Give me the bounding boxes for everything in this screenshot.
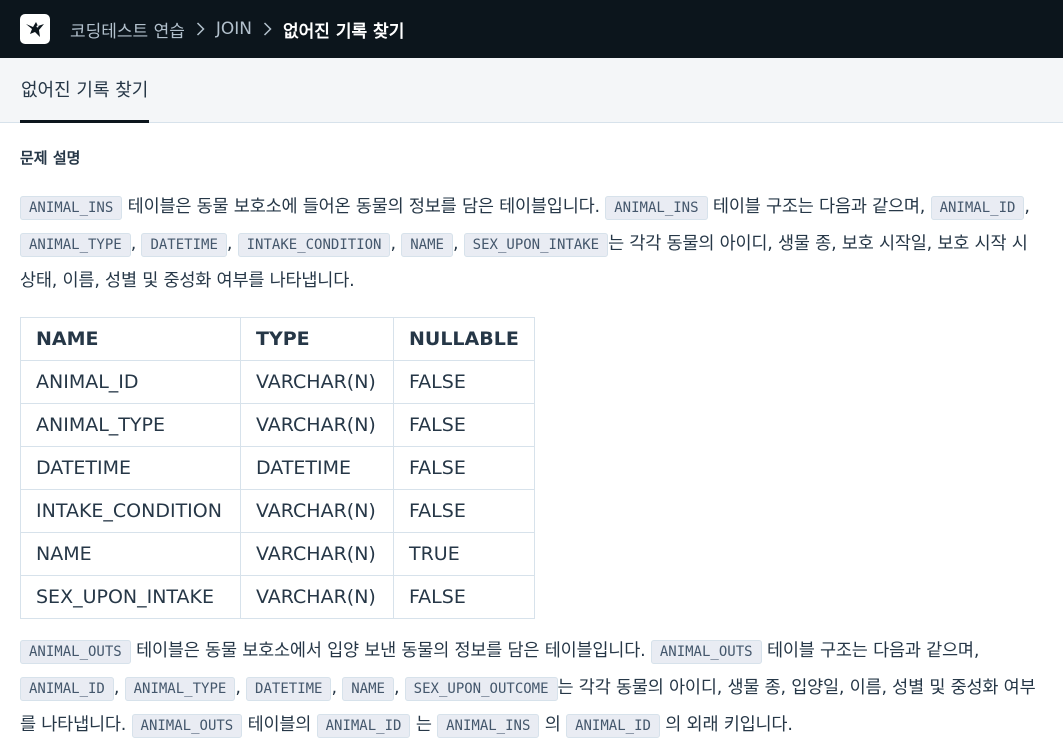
text: 테이블 구조는 다음과 같으며, xyxy=(712,197,926,217)
code-column: DATETIME xyxy=(246,677,332,701)
table-cell: FALSE xyxy=(393,403,535,447)
code-column: ANIMAL_TYPE xyxy=(124,677,236,701)
table-cell: FALSE xyxy=(393,360,535,404)
code-animal-ins: ANIMAL_INS xyxy=(605,196,708,220)
table-cell: VARCHAR(N) xyxy=(240,403,394,447)
code-animal-outs: ANIMAL_OUTS xyxy=(131,714,243,738)
text: 테이블은 동물 보호소에 들어온 동물의 정보를 담은 테이블입니다. xyxy=(127,197,600,217)
code-column: SEX_UPON_INTAKE xyxy=(463,233,609,257)
breadcrumb-current: 없어진 기록 찾기 xyxy=(283,21,405,42)
code-column: ANIMAL_TYPE xyxy=(20,233,131,257)
table-cell: FALSE xyxy=(393,446,535,490)
code-column: DATETIME xyxy=(141,233,227,257)
code-column: NAME xyxy=(342,677,394,701)
text: 테이블의 xyxy=(247,715,312,735)
table-cell: VARCHAR(N) xyxy=(240,575,394,619)
code-column: SEX_UPON_OUTCOME xyxy=(404,677,558,701)
table-row: ANIMAL_ID VARCHAR(N) FALSE xyxy=(20,360,535,404)
table-cell: FALSE xyxy=(393,575,535,619)
section-title: 문제 설명 xyxy=(20,149,81,167)
table-row: DATETIME DATETIME FALSE xyxy=(20,446,535,490)
table-cell: ANIMAL_TYPE xyxy=(20,403,241,447)
text: 테이블은 동물 보호소에서 입양 보낸 동물의 정보를 담은 테이블입니다. xyxy=(136,641,646,661)
code-column: ANIMAL_ID xyxy=(20,677,114,701)
code-animal-outs: ANIMAL_OUTS xyxy=(650,640,762,664)
table-row: ANIMAL_TYPE VARCHAR(N) FALSE xyxy=(20,403,535,447)
table-cell: VARCHAR(N) xyxy=(240,360,394,404)
breadcrumb-join[interactable]: JOIN xyxy=(216,19,252,39)
table-cell: NAME xyxy=(20,532,241,576)
table-header: NULLABLE xyxy=(393,317,535,361)
chevron-right-icon xyxy=(263,22,272,36)
paragraph-animal-outs: ANIMAL_OUTS 테이블은 동물 보호소에서 입양 보낸 동물의 정보를 … xyxy=(20,633,1043,744)
top-nav-bar: 코딩테스트 연습 JOIN 없어진 기록 찾기 xyxy=(0,0,1063,58)
table-cell: INTAKE_CONDITION xyxy=(20,489,241,533)
code-column: INTAKE_CONDITION xyxy=(237,233,391,257)
tab-bar: 없어진 기록 찾기 xyxy=(0,58,1063,123)
chevron-right-icon xyxy=(196,22,205,36)
text: 의 외래 키입니다. xyxy=(665,715,793,735)
paragraph-animal-ins: ANIMAL_INS 테이블은 동물 보호소에 들어온 동물의 정보를 담은 테… xyxy=(20,196,1030,291)
table-cell: ANIMAL_ID xyxy=(20,360,241,404)
table-cell: SEX_UPON_INTAKE xyxy=(20,575,241,619)
code-animal-id: ANIMAL_ID xyxy=(316,714,411,738)
code-column: NAME xyxy=(401,233,453,257)
table-header: NAME xyxy=(20,317,241,361)
bird-logo-icon[interactable] xyxy=(20,14,50,44)
code-animal-outs: ANIMAL_OUTS xyxy=(20,640,131,664)
schema-table: NAME TYPE NULLABLE ANIMAL_ID VARCHAR(N) … xyxy=(20,317,535,619)
text: 의 xyxy=(544,715,561,735)
problem-content: 문제 설명 ANIMAL_INS 테이블은 동물 보호소에 들어온 동물의 정보… xyxy=(0,147,1063,744)
code-animal-ins: ANIMAL_INS xyxy=(437,714,540,738)
code-animal-id: ANIMAL_ID xyxy=(566,714,660,738)
table-cell: DATETIME xyxy=(240,446,394,490)
table-cell: VARCHAR(N) xyxy=(240,532,394,576)
table-cell: FALSE xyxy=(393,489,535,533)
table-row: SEX_UPON_INTAKE VARCHAR(N) FALSE xyxy=(20,575,535,619)
table-cell: VARCHAR(N) xyxy=(240,489,394,533)
code-column: ANIMAL_ID xyxy=(930,196,1025,220)
text: 는 xyxy=(415,715,432,735)
table-row: INTAKE_CONDITION VARCHAR(N) FALSE xyxy=(20,489,535,533)
text: 테이블 구조는 다음과 같으며, xyxy=(766,641,980,661)
table-row: NAME VARCHAR(N) TRUE xyxy=(20,532,535,576)
breadcrumb-coding-test[interactable]: 코딩테스트 연습 xyxy=(70,17,185,42)
table-cell: DATETIME xyxy=(20,446,241,490)
table-cell: TRUE xyxy=(393,532,535,576)
table-header-row: NAME TYPE NULLABLE xyxy=(20,317,535,361)
code-animal-ins: ANIMAL_INS xyxy=(20,196,123,220)
tab-problem[interactable]: 없어진 기록 찾기 xyxy=(20,58,150,123)
table-header: TYPE xyxy=(240,317,394,361)
